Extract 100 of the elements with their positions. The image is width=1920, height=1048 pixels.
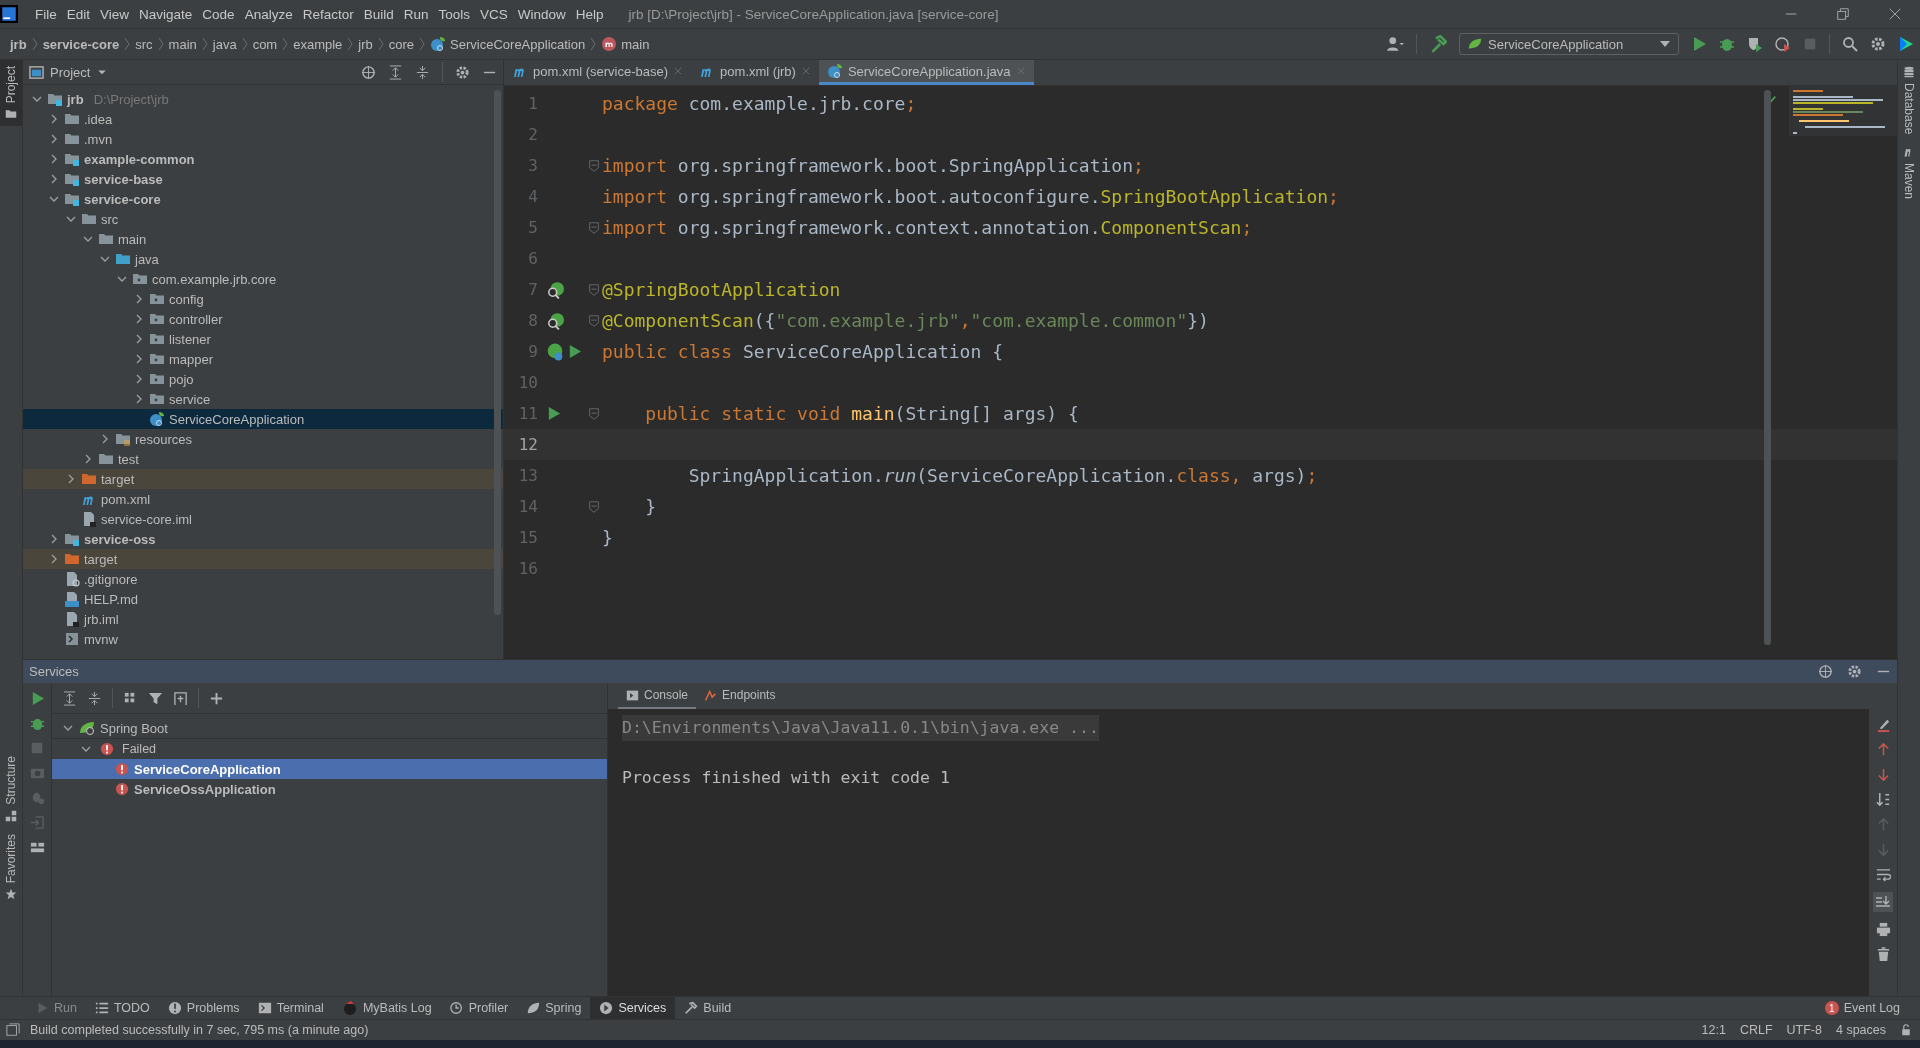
tree-item[interactable]: pojo: [23, 369, 503, 389]
tree-item[interactable]: target: [23, 469, 503, 489]
breadcrumb[interactable]: jrb: [356, 36, 375, 52]
locate-icon[interactable]: [1818, 664, 1833, 679]
tree-item[interactable]: service-core.iml: [23, 509, 503, 529]
soft-wrap-icon[interactable]: [1875, 867, 1891, 882]
menu-item[interactable]: Build: [358, 6, 399, 22]
breadcrumb[interactable]: main: [166, 36, 199, 52]
tree-item[interactable]: java: [23, 249, 503, 269]
menu-item[interactable]: Analyze: [239, 6, 298, 22]
tree-item[interactable]: test: [23, 449, 503, 469]
hammer-icon[interactable]: [1429, 35, 1447, 53]
fold-marker-icon[interactable]: [587, 313, 601, 328]
tree-item[interactable]: target: [23, 549, 503, 569]
add-icon[interactable]: [209, 690, 224, 706]
tool-window-tab[interactable]: Services: [590, 997, 676, 1019]
tree-item[interactable]: listener: [23, 329, 503, 349]
layout-icon[interactable]: [29, 840, 45, 855]
menu-item[interactable]: Edit: [61, 6, 96, 22]
editor-tab[interactable]: ServiceCoreApplication.java: [818, 60, 1034, 85]
tool-window-tab[interactable]: Build: [675, 997, 741, 1019]
debug-icon[interactable]: [29, 716, 45, 731]
tree-item[interactable]: Spring Boot: [52, 718, 607, 738]
tree-item[interactable]: controller: [23, 309, 503, 329]
tool-window-tab[interactable]: Spring: [517, 997, 591, 1019]
menu-item[interactable]: Refactor: [297, 6, 359, 22]
tree-item[interactable]: jrb D:\Project\jrb: [23, 89, 503, 109]
menu-item[interactable]: VCS: [475, 6, 513, 22]
event-log-button[interactable]: 1 Event Log: [1824, 1001, 1900, 1015]
filter-icon[interactable]: [148, 690, 163, 706]
settings-icon[interactable]: [1847, 664, 1862, 679]
tree-item[interactable]: .mvn: [23, 129, 503, 149]
tool-window-button[interactable]: Structure: [0, 749, 22, 828]
breadcrumb[interactable]: service-core: [40, 36, 122, 52]
tree-item[interactable]: jrb.iml: [23, 609, 503, 629]
sort-icon[interactable]: [1875, 792, 1891, 807]
tree-item[interactable]: .gitignore: [23, 569, 503, 589]
breadcrumb[interactable]: core: [386, 36, 417, 52]
menu-item[interactable]: Code: [197, 6, 240, 22]
status-item[interactable]: 12:1: [1701, 1023, 1726, 1037]
restore-icon[interactable]: [1836, 7, 1850, 21]
tool-window-button[interactable]: Project: [0, 60, 22, 127]
breadcrumb[interactable]: java: [210, 36, 239, 52]
fold-marker-icon[interactable]: [587, 499, 601, 514]
new-tab-icon[interactable]: [173, 690, 188, 706]
menu-item[interactable]: Window: [512, 6, 571, 22]
menu-item[interactable]: Help: [570, 6, 609, 22]
tree-item[interactable]: ServiceOssApplication: [52, 779, 607, 799]
tool-window-tab[interactable]: TODO: [85, 997, 159, 1019]
tree-item[interactable]: service-core: [23, 189, 503, 209]
fold-marker-icon[interactable]: [587, 220, 601, 235]
search-icon[interactable]: [1842, 36, 1858, 52]
breadcrumb[interactable]: jrb: [8, 36, 29, 52]
clear-icon[interactable]: [1875, 717, 1891, 732]
tree-item[interactable]: HELP.md: [23, 589, 503, 609]
tree-item[interactable]: mvnw: [23, 629, 503, 649]
tree-item[interactable]: src: [23, 209, 503, 229]
tool-window-button[interactable]: Maven: [1898, 140, 1920, 206]
settings-icon[interactable]: [1870, 36, 1886, 52]
status-item[interactable]: UTF-8: [1786, 1023, 1822, 1037]
fold-marker-icon[interactable]: [587, 406, 601, 421]
plugin-logo-icon[interactable]: [1898, 36, 1914, 52]
run-icon[interactable]: [546, 406, 561, 421]
tree-item[interactable]: service-base: [23, 169, 503, 189]
run-configuration-dropdown[interactable]: ServiceCoreApplication: [1459, 33, 1679, 55]
settings-icon[interactable]: [455, 64, 470, 80]
coverage-icon[interactable]: [1747, 36, 1763, 52]
expand-all-icon[interactable]: [62, 690, 77, 706]
tool-window-tab[interactable]: Profiler: [440, 997, 518, 1019]
tree-item[interactable]: main: [23, 229, 503, 249]
editor-tab[interactable]: pom.xml (jrb): [691, 60, 819, 85]
tree-item[interactable]: example-common: [23, 149, 503, 169]
trash-icon[interactable]: [1875, 947, 1891, 962]
breadcrumb[interactable]: example: [291, 36, 345, 52]
scrollbar[interactable]: [494, 90, 501, 615]
breadcrumb[interactable]: src: [133, 36, 155, 52]
breadcrumb[interactable]: main: [599, 36, 652, 52]
tree-item[interactable]: service-oss: [23, 529, 503, 549]
locate-icon[interactable]: [361, 64, 376, 80]
tool-window-button[interactable]: Database: [1898, 60, 1920, 141]
collapse-all-icon[interactable]: [415, 64, 430, 80]
run-icon[interactable]: [1691, 36, 1707, 52]
tree-item[interactable]: service: [23, 389, 503, 409]
menu-item[interactable]: File: [30, 6, 62, 22]
breadcrumb[interactable]: com: [250, 36, 280, 52]
editor-tab[interactable]: pom.xml (service-base): [504, 60, 692, 85]
tree-item[interactable]: config: [23, 289, 503, 309]
status-item[interactable]: CRLF: [1739, 1023, 1773, 1037]
breadcrumb[interactable]: ServiceCoreApplication: [428, 36, 588, 52]
tree-item[interactable]: ServiceCoreApplication: [23, 409, 503, 429]
close-icon[interactable]: [1888, 7, 1902, 21]
menu-item[interactable]: Run: [398, 6, 434, 22]
menu-item[interactable]: View: [95, 6, 135, 22]
profile-icon[interactable]: [1775, 36, 1791, 52]
scrollbar[interactable]: [1764, 90, 1771, 645]
panel-title[interactable]: Project: [50, 64, 91, 80]
collapse-all-icon[interactable]: [87, 690, 102, 706]
tree-item[interactable]: resources: [23, 429, 503, 449]
debug-icon[interactable]: [1719, 36, 1735, 52]
fold-marker-icon[interactable]: [587, 158, 601, 173]
